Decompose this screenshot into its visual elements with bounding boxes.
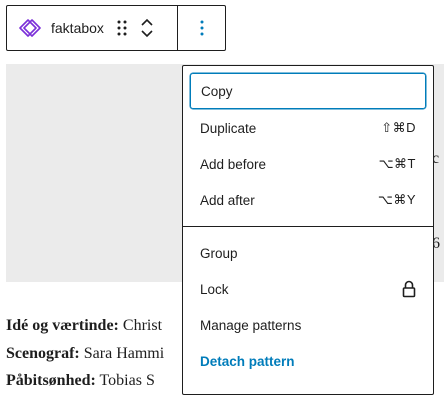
block-options-menu: Copy Duplicate ⇧⌘D Add before ⌥⌘T Add af… xyxy=(182,65,434,395)
block-name-label: faktabox xyxy=(51,20,104,36)
menu-item-add-after[interactable]: Add after ⌥⌘Y xyxy=(190,182,426,218)
block-movers xyxy=(140,6,154,50)
lock-icon xyxy=(402,280,416,298)
menu-item-label: Lock xyxy=(200,281,229,297)
menu-item-shortcut: ⌥⌘T xyxy=(378,156,416,171)
menu-item-shortcut: ⌥⌘Y xyxy=(377,192,416,207)
credit-name: Christ xyxy=(118,317,163,334)
move-down-icon[interactable] xyxy=(140,29,154,39)
credits-line: Påbitsønhed: Tobias S xyxy=(6,372,155,390)
menu-item-shortcut: ⇧⌘D xyxy=(381,120,416,135)
menu-item-label: Detach pattern xyxy=(200,353,295,369)
credits-line: Scenograf: Sara Hammi xyxy=(6,345,164,363)
credits-line: Idé og værtinde: Christ xyxy=(6,317,162,335)
menu-item-label: Add after xyxy=(200,192,255,208)
menu-item-label: Add before xyxy=(200,156,267,172)
menu-item-label: Duplicate xyxy=(200,120,257,136)
synced-pattern-icon xyxy=(19,17,41,39)
menu-item-manage-patterns[interactable]: Manage patterns xyxy=(190,307,426,343)
menu-item-lock[interactable]: Lock xyxy=(190,271,426,307)
menu-divider xyxy=(183,226,433,227)
menu-item-label: Group xyxy=(200,245,238,261)
menu-item-detach-pattern[interactable]: Detach pattern xyxy=(190,343,426,379)
move-up-icon[interactable] xyxy=(140,17,154,27)
menu-item-add-before[interactable]: Add before ⌥⌘T xyxy=(190,146,426,182)
menu-item-label: Copy xyxy=(201,83,233,99)
credit-role: Scenograf: xyxy=(6,345,80,362)
options-button[interactable] xyxy=(178,6,225,50)
menu-item-copy[interactable]: Copy xyxy=(190,73,426,109)
toolbar-main-group: faktabox xyxy=(7,6,178,50)
drag-handle-icon[interactable] xyxy=(116,6,128,50)
menu-item-duplicate[interactable]: Duplicate ⇧⌘D xyxy=(190,110,426,146)
menu-item-label: Manage patterns xyxy=(200,317,302,333)
menu-item-group[interactable]: Group xyxy=(190,235,426,271)
more-vertical-icon xyxy=(199,19,205,37)
block-toolbar: faktabox xyxy=(6,5,226,51)
credit-name: Sara Hammi xyxy=(79,345,165,362)
credit-role: Idé og værtinde: xyxy=(6,317,119,334)
block-switcher-button[interactable]: faktabox xyxy=(7,6,104,50)
